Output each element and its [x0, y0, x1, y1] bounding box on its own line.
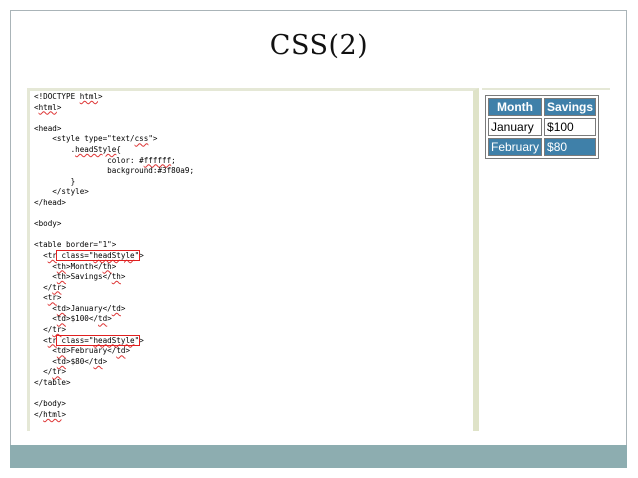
code-line: <head> [34, 123, 62, 133]
code-line: <td>$80</td> [34, 356, 108, 366]
rendered-table-preview: Month Savings January $100 February $80 [485, 95, 600, 159]
table-cell: February [488, 138, 543, 156]
preview-divider [482, 88, 610, 90]
code-line: <td>February</td> [34, 346, 131, 356]
code-line: <html> [34, 102, 62, 112]
code-line: color: #ffffff; [34, 155, 176, 165]
table-cell: January [488, 118, 543, 136]
code-line: background:#3f80a9; [34, 166, 195, 176]
code-line: </tr> [34, 325, 67, 335]
class-highlight-box: class="headStyle" [55, 334, 141, 346]
code-line: <body> [34, 219, 62, 229]
slide-footer-bar [10, 445, 627, 468]
code-line: </table> [34, 378, 71, 388]
header-cell-savings: Savings [544, 98, 597, 116]
table-row: January $100 [488, 118, 597, 136]
code-line: </html> [34, 409, 67, 419]
code-line: </head> [34, 197, 67, 207]
code-line: .headStyle{ [34, 144, 121, 154]
class-highlight-box: class="headStyle" [55, 249, 141, 261]
code-editor-panel[interactable]: <!DOCTYPE html> <html> <head> <style type=… [27, 88, 479, 431]
code-listing: <!DOCTYPE html> <html> <head> <style type=… [30, 91, 473, 421]
code-line: <td>$100</td> [34, 314, 112, 324]
code-line: <table border="1"> [34, 240, 117, 250]
header-cell-month: Month [488, 98, 543, 116]
code-line: <th>Month</th> [34, 261, 117, 271]
table-row: February $80 [488, 138, 597, 156]
code-line: } [34, 176, 76, 186]
code-line: <th>Savings</th> [34, 272, 126, 282]
table-header-row: Month Savings [488, 98, 597, 116]
table-cell: $80 [544, 138, 597, 156]
code-line: <style type="text/css"> [34, 134, 158, 144]
code-line: <tr class="headStyle"> [34, 249, 144, 261]
code-line: </body> [34, 399, 67, 409]
code-line: <tr class="headStyle"> [34, 334, 144, 346]
code-line: <tr> [34, 293, 62, 303]
table-cell: $100 [544, 118, 597, 136]
code-line: <!DOCTYPE html> [34, 92, 103, 101]
slide-title: CSS(2) [269, 30, 369, 61]
code-line: </style> [34, 187, 89, 197]
code-line: </tr> [34, 282, 67, 292]
code-line: <td>January</td> [34, 303, 126, 313]
code-line: </tr> [34, 367, 67, 377]
